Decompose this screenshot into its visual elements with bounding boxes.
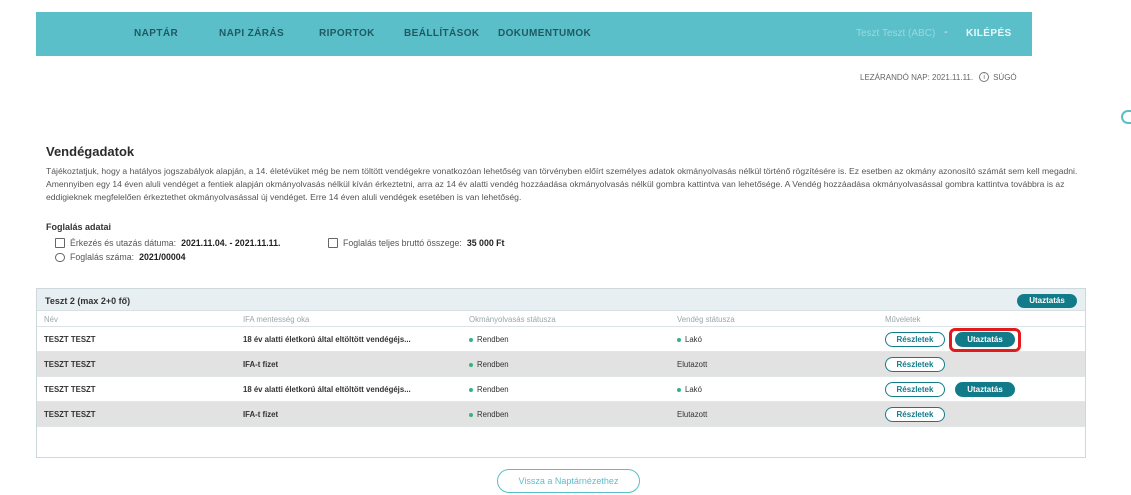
utaztatas-button[interactable]: Utaztatás <box>955 382 1015 397</box>
doc-status-label: Rendben <box>477 335 509 344</box>
table-row: TESZT TESZT IFA-t fizet Rendben Elutazot… <box>37 402 1085 427</box>
total-value: 35 000 Ft <box>466 238 505 248</box>
col-header-actions: Műveletek <box>885 315 921 324</box>
table-row: TESZT TESZT IFA-t fizet Rendben Elutazot… <box>37 352 1085 377</box>
back-to-calendar-button[interactable]: Vissza a Naptárnézethez <box>497 469 640 493</box>
guest-status-label: Lakó <box>685 385 702 394</box>
doc-status: Rendben <box>469 360 509 369</box>
nav-user-name: Teszt Teszt (ABC) <box>856 28 936 39</box>
booking-number-info: Foglalás száma: 2021/00004 <box>55 252 186 262</box>
details-button[interactable]: Részletek <box>885 332 945 347</box>
status-dot-icon <box>469 362 473 367</box>
top-navigation: NAPTÁR NAPI ZÁRÁS RIPORTOK BEÁLLÍTÁSOK D… <box>36 12 1032 56</box>
help-link[interactable]: i SÚGÓ <box>979 72 1017 82</box>
col-header-reason: IFA mentesség oka <box>243 315 310 324</box>
guest-status: Elutazott <box>677 410 708 419</box>
meta-line: LEZÁRANDÓ NAP: 2021.11.11. i SÚGÓ <box>860 72 1017 82</box>
booking-section-title: Foglalás adatai <box>46 222 112 232</box>
arrival-value: 2021.11.04. - 2021.11.11. <box>181 238 281 248</box>
intro-text: Tájékoztatjuk, hogy a hatályos jogszabál… <box>46 166 1078 202</box>
table-header: Név IFA mentesség oka Okmányolvasás stát… <box>37 311 1085 327</box>
nav-dokumentumok[interactable]: DOKUMENTUMOK <box>498 28 591 39</box>
doc-status-label: Rendben <box>477 410 509 419</box>
status-dot-icon <box>677 387 681 392</box>
money-icon <box>328 238 338 248</box>
status-dot-icon <box>469 412 473 417</box>
col-header-doc-status: Okmányolvasás státusza <box>469 315 556 324</box>
exemption-reason: IFA-t fizet <box>243 360 279 369</box>
highlight-box <box>949 328 1021 352</box>
total-info: Foglalás teljes bruttó összege: 35 000 F… <box>328 238 504 248</box>
status-dot-icon <box>469 387 473 392</box>
arrival-label: Érkezés és utazás dátuma: <box>70 238 177 248</box>
nav-napi-zaras[interactable]: NAPI ZÁRÁS <box>219 28 284 39</box>
nav-riportok[interactable]: RIPORTOK <box>319 28 375 39</box>
logout-link[interactable]: KILÉPÉS <box>966 28 1012 39</box>
panel-utaztatas-button[interactable]: Utaztatás <box>1017 294 1077 308</box>
guest-status-label: Lakó <box>685 335 702 344</box>
doc-status: Rendben <box>469 385 509 394</box>
guest-status: Lakó <box>677 385 702 394</box>
calendar-icon <box>55 238 65 248</box>
guest-name: TESZT TESZT <box>44 335 96 344</box>
exemption-reason: 18 év alatti életkorú által eltöltött ve… <box>243 385 411 394</box>
room-title: Teszt 2 (max 2+0 fő) <box>45 296 131 306</box>
guest-status: Elutazott <box>677 360 708 369</box>
table-row: TESZT TESZT 18 év alatti életkorú által … <box>37 327 1085 352</box>
nav-separator: - <box>944 26 948 38</box>
exemption-reason: 18 év alatti életkorú által eltöltött ve… <box>243 335 411 344</box>
arrival-info: Érkezés és utazás dátuma: 2021.11.04. - … <box>55 238 280 248</box>
page-title: Vendégadatok <box>46 144 135 159</box>
total-label: Foglalás teljes bruttó összege: <box>343 238 462 248</box>
booking-number-label: Foglalás száma: <box>70 252 135 262</box>
guest-name: TESZT TESZT <box>44 410 96 419</box>
info-icon: i <box>979 72 990 82</box>
status-dot-icon <box>469 337 473 342</box>
nav-beallitasok[interactable]: BEÁLLÍTÁSOK <box>404 28 480 39</box>
guest-name: TESZT TESZT <box>44 385 96 394</box>
booking-number-value: 2021/00004 <box>139 252 186 262</box>
doc-status: Rendben <box>469 410 509 419</box>
doc-status: Rendben <box>469 335 509 344</box>
col-header-guest-status: Vendég státusza <box>677 315 735 324</box>
nav-naptar[interactable]: NAPTÁR <box>134 28 178 39</box>
doc-status-label: Rendben <box>477 385 509 394</box>
status-dot-icon <box>677 337 681 342</box>
stack-icon <box>55 252 65 262</box>
help-label: SÚGÓ <box>993 72 1017 82</box>
panel-header: Teszt 2 (max 2+0 fő) Utaztatás <box>37 289 1085 311</box>
exemption-reason: IFA-t fizet <box>243 410 279 419</box>
headset-icon[interactable] <box>1121 110 1131 124</box>
guest-name: TESZT TESZT <box>44 360 96 369</box>
doc-status-label: Rendben <box>477 360 509 369</box>
table-row: TESZT TESZT 18 év alatti életkorú által … <box>37 377 1085 402</box>
closing-day: LEZÁRANDÓ NAP: 2021.11.11. <box>860 72 974 82</box>
guest-status: Lakó <box>677 335 702 344</box>
guest-panel: Teszt 2 (max 2+0 fő) Utaztatás Név IFA m… <box>36 288 1086 458</box>
details-button[interactable]: Részletek <box>885 407 945 422</box>
details-button[interactable]: Részletek <box>885 382 945 397</box>
col-header-name: Név <box>44 315 58 324</box>
details-button[interactable]: Részletek <box>885 357 945 372</box>
